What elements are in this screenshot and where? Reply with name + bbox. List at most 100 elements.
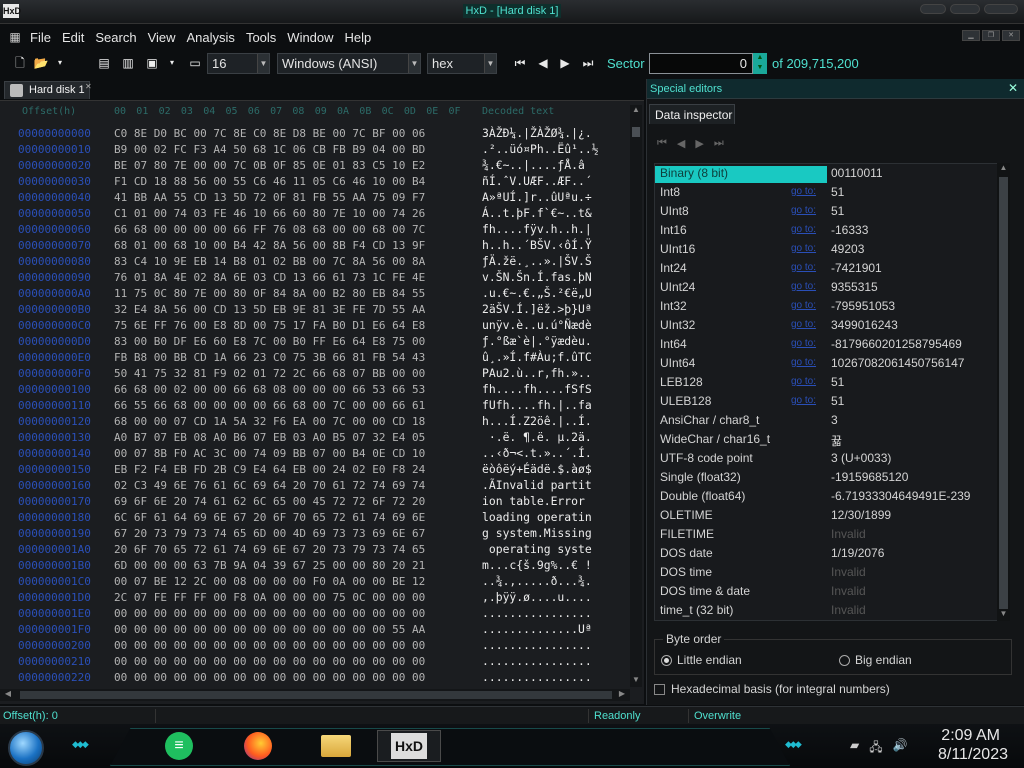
- hex-row[interactable]: 000000000A0 11 75 0C 80 7E 00 80 0F 84 8A…: [0, 285, 630, 301]
- sector-input[interactable]: [649, 53, 753, 74]
- row-bytes[interactable]: 50 41 75 32 81 F9 02 01 72 2C 66 68 07 B…: [114, 367, 425, 380]
- hex-vertical-scrollbar[interactable]: ▲ ▼: [630, 105, 642, 687]
- row-bytes[interactable]: 75 6E FF 76 00 E8 8D 00 75 17 FA B0 D1 E…: [114, 319, 425, 332]
- inspector-value[interactable]: 10267082061450756147: [831, 356, 964, 370]
- row-decoded-text[interactable]: Á..t.þF.f`€~..t&: [482, 206, 592, 220]
- scroll-up-icon[interactable]: ▲: [630, 105, 642, 117]
- last-sector-icon[interactable]: ⏭: [580, 55, 596, 71]
- row-bytes[interactable]: 00 00 00 00 00 00 00 00 00 00 00 00 00 0…: [114, 655, 425, 668]
- hex-row[interactable]: 00000000180 6C 6F 61 64 69 6E 67 20 6F 70…: [0, 509, 630, 525]
- row-decoded-text[interactable]: fh....fÿv.h..h.|: [482, 222, 592, 236]
- inspector-row[interactable]: Double (float64) -6.71933304649491E-239: [655, 487, 1009, 506]
- maximize-button[interactable]: [950, 4, 980, 14]
- row-decoded-text[interactable]: ·.ë. ¶.ë. µ.2ä.: [482, 430, 592, 444]
- inspector-row[interactable]: UTF-8 code point 3 (U+0033): [655, 449, 1009, 468]
- row-bytes[interactable]: 00 00 00 00 00 00 00 00 00 00 00 00 00 0…: [114, 671, 425, 684]
- save-icon[interactable]: ▤: [96, 55, 112, 71]
- inspector-value[interactable]: 49203: [831, 242, 864, 256]
- next-icon[interactable]: ▶: [695, 137, 703, 150]
- status-overwrite-mode[interactable]: Overwrite: [694, 710, 741, 722]
- goto-offset-link[interactable]: go to:: [791, 376, 816, 387]
- scrollbar-thumb[interactable]: [999, 177, 1008, 609]
- last-icon[interactable]: ⏭: [714, 137, 724, 150]
- hex-editor-view[interactable]: Offset(h) 00 01 02 03 04 05 06 07 08 09 0A 0B 0C 0D 0E 0…: [0, 100, 644, 704]
- row-bytes[interactable]: 2C 07 FE FF FF 00 F8 0A 00 00 00 75 0C 0…: [114, 591, 425, 604]
- hex-row[interactable]: 00000000110 66 55 66 68 00 00 00 00 66 68…: [0, 397, 630, 413]
- row-bytes[interactable]: 66 68 00 02 00 00 66 68 08 00 00 00 66 5…: [114, 383, 425, 396]
- hex-row[interactable]: 00000000130 A0 B7 07 EB 08 A0 B6 07 EB 03…: [0, 429, 630, 445]
- row-decoded-text[interactable]: h...Í.Z2öê.|..Í.: [482, 414, 592, 428]
- row-bytes[interactable]: 00 00 00 00 00 00 00 00 00 00 00 00 00 0…: [114, 623, 425, 636]
- row-decoded-text[interactable]: ................: [482, 654, 592, 668]
- row-decoded-text[interactable]: ƒÄ.žë.¸..».|ŠV.Š: [482, 254, 592, 268]
- hex-row[interactable]: 00000000070 68 01 00 68 10 00 B4 42 8A 56…: [0, 237, 630, 253]
- hex-row[interactable]: 000000001C0 00 07 BE 12 2C 00 08 00 00 00…: [0, 573, 630, 589]
- big-endian-radio[interactable]: Big endian: [839, 653, 912, 667]
- inspector-value[interactable]: -6.71933304649491E-239: [831, 489, 970, 503]
- row-bytes[interactable]: FB B8 00 BB CD 1A 66 23 C0 75 3B 66 81 F…: [114, 351, 425, 364]
- goto-offset-link[interactable]: go to:: [791, 319, 816, 330]
- inspector-value[interactable]: -795951053: [831, 299, 895, 313]
- inspector-value[interactable]: Invalid: [831, 565, 866, 579]
- inspector-value[interactable]: 뀳: [831, 432, 842, 449]
- inspector-row[interactable]: DOS time Invalid: [655, 563, 1009, 582]
- tab-data-inspector[interactable]: Data inspector: [649, 104, 735, 124]
- menu-file[interactable]: File: [30, 30, 51, 45]
- inspector-value[interactable]: 00110011: [831, 166, 883, 180]
- row-bytes[interactable]: C1 01 00 74 03 FE 46 10 66 60 80 7E 10 0…: [114, 207, 425, 220]
- hex-row[interactable]: 00000000090 76 01 8A 4E 02 8A 6E 03 CD 13…: [0, 269, 630, 285]
- row-bytes[interactable]: 66 68 00 00 00 00 66 FF 76 08 68 00 00 6…: [114, 223, 425, 236]
- scrollbar-thumb[interactable]: [632, 127, 640, 137]
- inspector-value[interactable]: 51: [831, 185, 844, 199]
- tab-hard-disk-1[interactable]: Hard disk 1 ✕: [4, 81, 92, 99]
- row-decoded-text[interactable]: .²..üó¤Ph..Ëû¹..½: [482, 142, 599, 156]
- hex-row[interactable]: 000000000E0 FB B8 00 BB CD 1A 66 23 C0 75…: [0, 349, 630, 365]
- new-file-icon[interactable]: 🗋: [12, 55, 28, 71]
- offset-base-select[interactable]: hex ▼: [427, 53, 497, 74]
- row-decoded-text[interactable]: 2äŠV.Í.]ëž.>þ}Uª: [482, 302, 592, 316]
- hex-row[interactable]: 00000000210 00 00 00 00 00 00 00 00 00 00…: [0, 653, 630, 669]
- doc-close-button[interactable]: ✕: [1002, 30, 1020, 41]
- row-bytes[interactable]: 6C 6F 61 64 69 6E 67 20 6F 70 65 72 61 7…: [114, 511, 425, 524]
- first-icon[interactable]: ⏮: [657, 137, 667, 150]
- scroll-down-icon[interactable]: ▼: [997, 609, 1010, 621]
- inspector-row[interactable]: UInt8 go to: 51: [655, 202, 1009, 221]
- inspector-value[interactable]: 51: [831, 394, 844, 408]
- goto-offset-link[interactable]: go to:: [791, 205, 816, 216]
- previous-sector-icon[interactable]: ◀: [535, 55, 551, 71]
- close-icon[interactable]: ✕: [1008, 81, 1018, 95]
- row-decoded-text[interactable]: .u.€~.€.„Š.²€ë„U: [482, 286, 592, 300]
- inspector-row[interactable]: UInt32 go to: 3499016243: [655, 316, 1009, 335]
- inspector-value[interactable]: Invalid: [831, 527, 866, 541]
- inspector-value[interactable]: 51: [831, 204, 844, 218]
- row-bytes[interactable]: F1 CD 18 88 56 00 55 C6 46 11 05 C6 46 1…: [114, 175, 425, 188]
- data-inspector-table[interactable]: Binary (8 bit) 00110011 Int8 go to: 51 UInt8 g…: [654, 163, 1010, 621]
- inspector-value[interactable]: 9355315: [831, 280, 878, 294]
- clock-time[interactable]: 2:09 AM: [941, 727, 1000, 745]
- row-bytes[interactable]: 32 E4 8A 56 00 CD 13 5D EB 9E 81 3E FE 7…: [114, 303, 425, 316]
- inspector-row[interactable]: time_t (32 bit) Invalid: [655, 601, 1009, 620]
- open-folder-icon[interactable]: 📂: [33, 55, 49, 71]
- hex-row[interactable]: 00000000060 66 68 00 00 00 00 66 FF 76 08…: [0, 221, 630, 237]
- row-decoded-text[interactable]: ,.þÿÿ.ø....u....: [482, 590, 592, 604]
- inspector-row[interactable]: WideChar / char16_t 뀳: [655, 430, 1009, 449]
- inspector-row[interactable]: Int64 go to: -8179660201258795469: [655, 335, 1009, 354]
- row-bytes[interactable]: 11 75 0C 80 7E 00 80 0F 84 8A 00 B2 80 E…: [114, 287, 425, 300]
- menu-edit[interactable]: Edit: [62, 30, 84, 45]
- scroll-right-icon[interactable]: ▶: [616, 689, 628, 701]
- row-decoded-text[interactable]: g system.Missing: [482, 526, 592, 540]
- row-decoded-text[interactable]: ................: [482, 638, 592, 652]
- row-bytes[interactable]: EB F2 F4 EB FD 2B C9 E4 64 EB 00 24 02 E…: [114, 463, 425, 476]
- row-bytes[interactable]: 83 00 B0 DF E6 60 E8 7C 00 B0 FF E6 64 E…: [114, 335, 425, 348]
- inspector-row[interactable]: Int8 go to: 51: [655, 183, 1009, 202]
- row-decoded-text[interactable]: ion table.Error: [482, 494, 592, 508]
- hex-row[interactable]: 00000000100 66 68 00 02 00 00 66 68 08 00…: [0, 381, 630, 397]
- row-decoded-text[interactable]: A»ªUÍ.]r..ûUªu.÷: [482, 190, 592, 204]
- hex-row[interactable]: 00000000170 69 6F 6E 20 74 61 62 6C 65 00…: [0, 493, 630, 509]
- row-decoded-text[interactable]: ................: [482, 606, 592, 620]
- row-decoded-text[interactable]: fh....fh....fSfS: [482, 382, 592, 396]
- row-decoded-text[interactable]: ..‹ð¬<.t.»..´.Í.: [482, 446, 592, 460]
- row-decoded-text[interactable]: ¾.€~..|....ƒÅ.â: [482, 158, 585, 172]
- next-sector-icon[interactable]: ▶: [557, 55, 573, 71]
- bytes-per-row-select[interactable]: 16 ▼: [207, 53, 270, 74]
